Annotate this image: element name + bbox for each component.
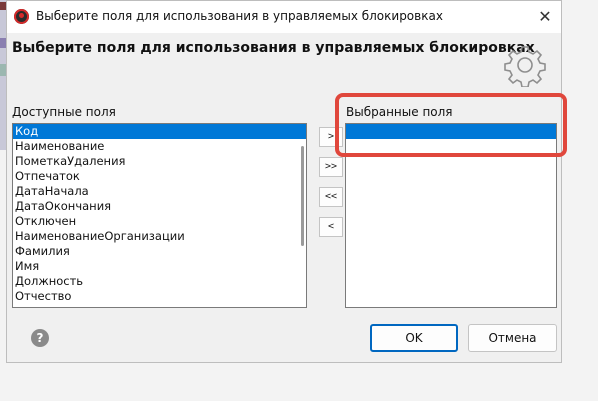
available-fields-list[interactable]: Код Наименование ПометкаУдаления Отпечаток Д… xyxy=(12,123,307,308)
gear-icon xyxy=(504,46,546,87)
list-item[interactable]: ДатаНачала xyxy=(13,184,306,199)
dialog-window: Выберите поля для использования в управл… xyxy=(6,0,562,363)
remove-all-fields-button[interactable]: << xyxy=(319,187,343,207)
available-fields-label: Доступные поля xyxy=(12,105,116,119)
cancel-button[interactable]: Отмена xyxy=(468,324,557,352)
title-bar[interactable]: Выберите поля для использования в управл… xyxy=(7,1,561,33)
annotation-highlight xyxy=(335,93,567,157)
list-item[interactable]: Отпечаток xyxy=(13,169,306,184)
dialog-header: Выберите поля для использования в управл… xyxy=(12,40,535,56)
list-item[interactable]: Наименование xyxy=(13,139,306,154)
window-title: Выберите поля для использования в управл… xyxy=(36,9,443,23)
list-item[interactable]: Должность xyxy=(13,274,306,289)
list-item[interactable]: НаименованиеОрганизации xyxy=(13,229,306,244)
list-item[interactable]: Отчество xyxy=(13,289,306,304)
list-item[interactable]: Фамилия xyxy=(13,244,306,259)
add-all-fields-button[interactable]: >> xyxy=(319,157,343,177)
list-item[interactable]: ПометкаУдаления xyxy=(13,154,306,169)
app-logo-icon xyxy=(14,9,29,24)
ok-button[interactable]: OK xyxy=(370,324,458,352)
list-item[interactable]: Отключен xyxy=(13,214,306,229)
close-button[interactable]: ✕ xyxy=(529,1,561,33)
help-icon[interactable]: ? xyxy=(31,329,49,347)
remove-field-button[interactable]: < xyxy=(319,217,343,237)
list-item[interactable]: Код xyxy=(13,124,306,139)
list-item[interactable]: Имя xyxy=(13,259,306,274)
scrollbar[interactable] xyxy=(301,146,304,246)
list-item[interactable]: ДатаОкончания xyxy=(13,199,306,214)
